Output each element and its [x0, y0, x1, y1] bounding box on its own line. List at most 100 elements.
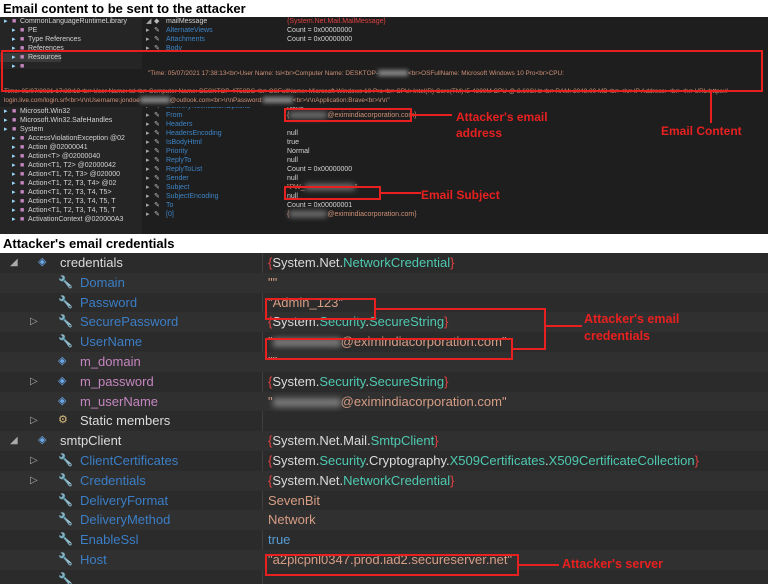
tree-node[interactable]: ▸ ■ Microsoft.Win32 [0, 107, 70, 116]
body-line-3-text: login.live.com/login.srf<br>\r\nUsername… [4, 97, 140, 104]
watch-row[interactable]: 🔧 DeliveryMethod Network [0, 510, 768, 531]
wrench-icon: ✎ [154, 184, 160, 191]
tree-node[interactable]: ▸ ■ Action @02000041 [0, 143, 88, 152]
expand-arrow-icon[interactable]: ▸ [146, 156, 150, 165]
watch-row[interactable]: ▸ ✎ ReplyTo null [142, 156, 768, 165]
tree-node[interactable]: ▸ ■ Action<T1, T2, T3, T4> @02 [0, 179, 116, 188]
expand-arrow-icon[interactable]: ▷ [30, 372, 38, 392]
expand-arrow-icon[interactable]: ▸ [12, 134, 20, 143]
collapse-arrow-icon[interactable]: ◢ [146, 17, 151, 26]
tree-node[interactable]: ▸ ■ Action<T1, T2, T3, T4, T5, T [0, 197, 115, 206]
watch-row-value: {System.Net.NetworkCredential} [268, 253, 454, 273]
watch-row[interactable]: ◢ ◈ credentials {System.Net.NetworkCredenti… [0, 253, 768, 273]
expand-arrow-icon[interactable]: ▸ [4, 107, 12, 116]
type-token: Net [319, 433, 340, 449]
watch-row-name: DeliveryMethod [80, 512, 171, 528]
watch-row[interactable]: ◈ m_userName " @eximindiacorporation.com" [0, 391, 768, 412]
expand-arrow-icon[interactable]: ▸ [4, 125, 12, 134]
watch-row[interactable]: ▸ ✎ ReplyToList Count = 0x00000000 [142, 165, 768, 174]
watch-row[interactable]: ▷ 🔧 Credentials {System.Net.NetworkCredenti… [0, 470, 768, 491]
tree-node[interactable]: ▸ ■ CommonLanguageRuntimeLibrary [0, 17, 127, 26]
tree-node[interactable]: ▸ ■ Action<T1, T2, T3, T4, T5> [0, 188, 112, 197]
tree-node[interactable]: ▸ ■ Action<T1, T2> @02000042 [0, 161, 116, 170]
expand-arrow-icon[interactable]: ▸ [146, 138, 150, 147]
expand-arrow-icon[interactable]: ▷ [30, 451, 38, 471]
tree-node-label: Type References [28, 36, 81, 43]
expand-arrow-icon[interactable]: ▸ [146, 147, 150, 156]
expand-arrow-icon[interactable]: ▸ [12, 161, 20, 170]
expand-arrow-icon[interactable]: ▸ [12, 206, 20, 215]
tree-node[interactable]: ▸ ■ ActivationContext @020000A3 [0, 215, 123, 224]
expand-arrow-icon[interactable]: ▸ [4, 116, 12, 125]
expand-arrow-icon[interactable]: ▸ [12, 26, 20, 35]
mailmessage-row[interactable]: ◢ ◆ mailMessage {System.Net.Mail.MailMes… [142, 17, 768, 26]
watch-row[interactable]: 🔧 DeliveryFormat SevenBit [0, 491, 768, 511]
watch-row-value: true [287, 139, 300, 146]
namespace-icon: ■ [20, 207, 25, 214]
watch-row[interactable]: ▸ ✎ Sender null [142, 174, 768, 183]
wrench-icon: 🔧 [58, 571, 73, 584]
expand-arrow-icon[interactable]: ▸ [12, 35, 20, 44]
expand-arrow-icon[interactable]: ▷ [30, 471, 38, 491]
expand-arrow-icon[interactable]: ▸ [146, 129, 150, 138]
expand-arrow-icon[interactable]: ▸ [146, 183, 150, 192]
expand-arrow-icon[interactable]: ▸ [146, 174, 150, 183]
watch-row[interactable]: ◢ ◈ smtpClient {System.Net.Mail.SmtpClient} [0, 431, 768, 451]
heading-email-content: Email content to be sent to the attacker [3, 1, 246, 16]
tree-node[interactable]: ▸ ■ PE [0, 26, 37, 35]
watch-row[interactable]: ▸ ✎ AlternateViews Count = 0x00000000 [142, 26, 768, 35]
expand-arrow-icon[interactable]: ◢ [10, 253, 18, 273]
expand-arrow-icon[interactable]: ▸ [146, 26, 150, 35]
namespace-icon: ■ [20, 216, 25, 223]
expand-arrow-icon[interactable]: ▸ [12, 143, 20, 152]
expand-arrow-icon[interactable]: ◢ [10, 431, 18, 451]
watch-row[interactable]: ▷ ◈ m_password {System.Security.SecureStrin… [0, 372, 768, 392]
expand-arrow-icon[interactable]: ▸ [146, 210, 150, 219]
expand-arrow-icon[interactable]: ▸ [12, 188, 20, 197]
type-token: X509Certificates [449, 453, 546, 468]
expand-arrow-icon[interactable]: ▷ [30, 312, 38, 332]
watch-row[interactable]: ▷ 🔧 ClientCertificates {System.Security.Cry… [0, 451, 768, 471]
type-token: System [272, 373, 316, 389]
field-cube-icon: ◈ [58, 374, 67, 387]
watch-row[interactable]: ▸ ✎ Attachments Count = 0x00000000 [142, 35, 768, 44]
subject-highlight [284, 186, 381, 200]
watch-row[interactable]: ▸ ✎ IsBodyHtml true [142, 138, 768, 147]
tree-node[interactable]: ▸ ■ AccessViolationException @02 [0, 134, 125, 143]
tree-node[interactable]: ▸ ■ System [0, 125, 43, 134]
watch-row[interactable]: ▸ ✎ From{@eximindiacorporation.com} [142, 111, 768, 120]
body-line-3: login.live.com/login.srf<br>\r\nUsername… [4, 97, 390, 104]
expand-arrow-icon[interactable]: ▸ [146, 35, 150, 44]
tree-node[interactable]: ▸ ■ Microsoft.Win32.SafeHandles [0, 116, 112, 125]
watch-row-value-text: {System.Net.NetworkCredential} [268, 473, 454, 488]
expand-arrow-icon[interactable]: ▸ [146, 165, 150, 174]
expand-arrow-icon[interactable]: ▸ [12, 179, 20, 188]
expand-arrow-icon[interactable]: ▸ [12, 215, 20, 224]
expand-arrow-icon[interactable]: ▸ [146, 120, 150, 129]
tree-node[interactable]: ▸ ■ Action<T1, T2, T3, T4, T5, T [0, 206, 115, 215]
watch-row[interactable]: ▸ ✎ Priority Normal [142, 147, 768, 156]
watch-row[interactable]: 🔧 Domain "" [0, 272, 768, 293]
watch-row[interactable]: ▷ ⚙ Static members [0, 411, 768, 431]
wrench-icon: ✎ [154, 121, 160, 128]
watch-row[interactable]: 🔧 EnableSsl true [0, 530, 768, 550]
watch-row-name: Headers [166, 121, 193, 128]
expand-arrow-icon[interactable]: ▸ [146, 201, 150, 210]
expand-arrow-icon[interactable]: ▸ [12, 152, 20, 161]
tree-node[interactable]: ▸ ■ Action<T1, T2, T3> @020000 [0, 170, 120, 179]
type-token: SecureString [368, 314, 445, 330]
expand-arrow-icon[interactable]: ▷ [30, 411, 38, 431]
watch-row[interactable]: ▸ ✎ [0] {@eximindiacorporation.com} [142, 210, 768, 219]
tree-node[interactable]: ▸ ■ Action<T> @02000040 [0, 152, 100, 161]
tree-node-label: Microsoft.Win32 [20, 108, 71, 115]
expand-arrow-icon[interactable]: ▸ [12, 197, 20, 206]
expand-arrow-icon[interactable]: ▸ [12, 170, 20, 179]
watch-row[interactable]: ▸ ✎ To Count = 0x00000001 [142, 201, 768, 210]
expand-arrow-icon[interactable]: ▸ [146, 192, 150, 201]
tree-node[interactable]: ▸ ■ Type References [0, 35, 81, 44]
expand-arrow-icon[interactable]: ▸ [146, 111, 150, 120]
expand-arrow-icon[interactable]: ▸ [4, 17, 12, 26]
watch-row-value: true [268, 532, 291, 548]
type-token: Mail [343, 433, 368, 449]
watch-row-name: SecurePassword [80, 314, 179, 330]
